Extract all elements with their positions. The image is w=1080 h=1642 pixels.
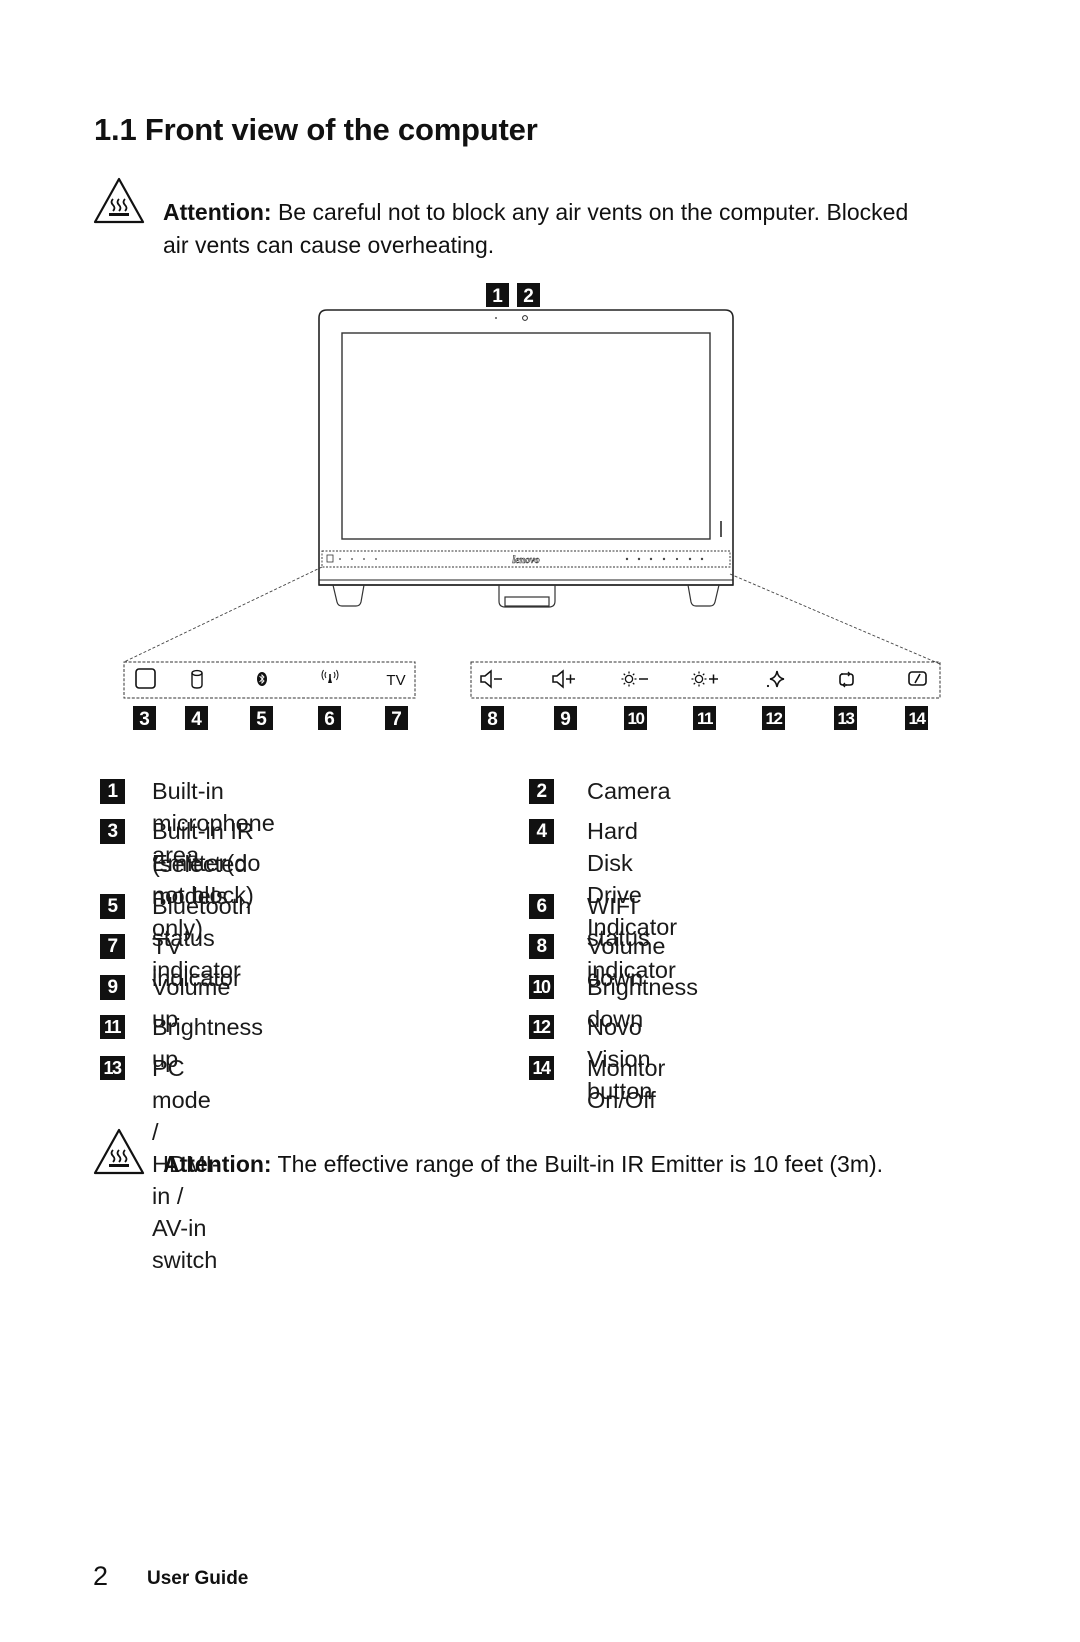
ir-emitter-square-icon [135, 668, 156, 689]
legend-badge-3: 3 [100, 819, 125, 844]
legend-badge-11: 11 [100, 1015, 125, 1039]
hot-surface-warning-icon [93, 1128, 145, 1175]
callout-13: 13 [838, 709, 855, 728]
callout-2-label: 2 [523, 286, 534, 307]
side-label [720, 521, 722, 537]
footer-label: User Guide [147, 1568, 249, 1589]
lenovo-logo: lenovo [512, 555, 539, 566]
legend-badge-5: 5 [100, 894, 125, 919]
computer-front-diagram: 1 2 lenovo TV 3 4 5 6 7 8 9 10 11 12 13 … [123, 283, 941, 730]
callout-11: 11 [697, 709, 713, 728]
attention-text: The effective range of the Built-in IR E… [271, 1151, 884, 1177]
callout-1: 1 [486, 283, 509, 307]
callout-8: 8 [487, 709, 498, 730]
hard-disk-icon [191, 669, 203, 689]
callout-5: 5 [256, 709, 267, 730]
callout-2: 2 [517, 283, 540, 307]
callout-6: 6 [324, 709, 335, 730]
callout-14: 14 [909, 709, 927, 728]
tv-icon: TV [386, 672, 405, 689]
callout-9: 9 [560, 709, 571, 730]
callout-4: 4 [191, 709, 202, 730]
monitor-screen [341, 332, 711, 540]
bluetooth-icon [257, 672, 267, 686]
brightness-up-icon [691, 671, 718, 687]
legend-badge-1: 1 [100, 779, 125, 804]
legend-badge-8: 8 [529, 934, 554, 959]
legend-item-14: Monitor On/Off [587, 1055, 666, 1113]
callout-12: 12 [766, 709, 783, 728]
legend-badge-10: 10 [529, 975, 554, 999]
brightness-down-icon [621, 671, 648, 687]
page-number: 2 [93, 1561, 109, 1591]
volume-up-icon [552, 669, 575, 689]
callout-10: 10 [628, 709, 645, 728]
microphone-dot [495, 317, 497, 319]
panel-callouts: 3 4 5 6 7 8 9 10 11 12 13 14 [133, 706, 928, 730]
legend-item-2: Camera [587, 778, 671, 804]
legend-badge-2: 2 [529, 779, 554, 804]
callout-3: 3 [139, 709, 150, 730]
attention-label: Attention: [163, 1151, 272, 1177]
warning-icon-bottom [92, 1127, 146, 1182]
legend-badge-12: 12 [529, 1015, 554, 1039]
legend-badge-9: 9 [100, 975, 125, 1000]
wifi-antenna-icon [321, 669, 339, 683]
monitor-outline: lenovo [318, 309, 734, 608]
left-panel-magnified [123, 661, 416, 699]
callout-7: 7 [391, 709, 402, 730]
callout-1-label: 1 [492, 286, 503, 307]
legend-badge-7: 7 [100, 934, 125, 959]
input-switch-icon [839, 671, 854, 688]
volume-down-icon [480, 669, 502, 689]
attention-note-bottom: Attention: The effective range of the Bu… [163, 1148, 1043, 1181]
monitor-power-icon [908, 671, 927, 686]
legend-badge-13: 13 [100, 1056, 125, 1080]
legend-badge-6: 6 [529, 894, 554, 919]
legend-badge-4: 4 [529, 819, 554, 844]
legend-badge-14: 14 [529, 1056, 554, 1080]
right-panel-magnified [470, 661, 941, 699]
novo-vision-icon [766, 670, 785, 688]
